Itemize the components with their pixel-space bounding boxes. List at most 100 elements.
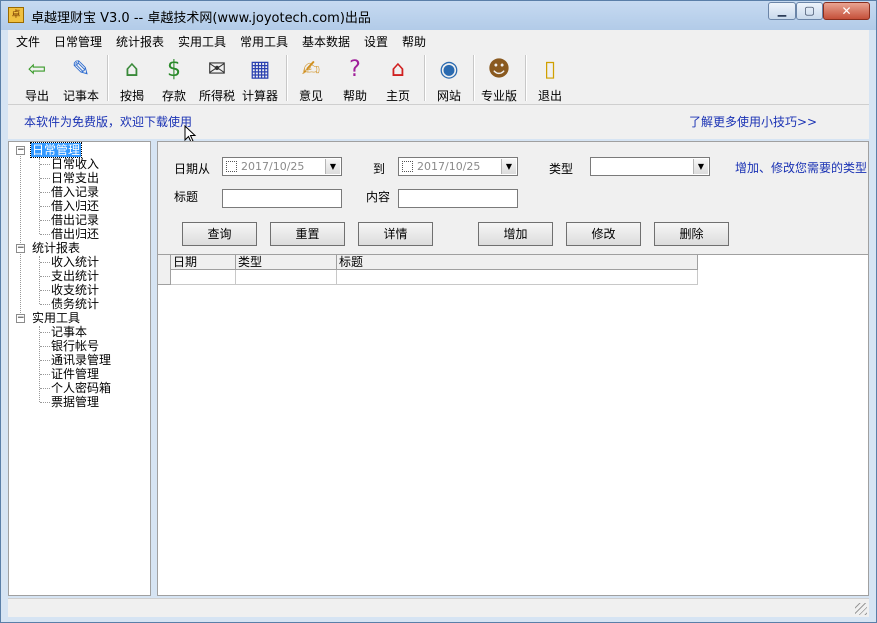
grid-cell[interactable] <box>236 270 337 285</box>
tree-node-documents[interactable]: 证件管理 <box>51 367 99 381</box>
type-select[interactable]: ▼ <box>590 157 710 176</box>
column-header-type[interactable]: 类型 <box>236 255 337 270</box>
grid-cell[interactable] <box>337 270 698 285</box>
reset-button[interactable]: 重置 <box>270 222 345 246</box>
tree-node-utilities[interactable]: 实用工具 <box>32 311 80 325</box>
date-from-checkbox[interactable] <box>226 161 237 172</box>
toolbar-notepad-button[interactable]: ✎ 记事本 <box>60 53 102 103</box>
menu-utilities[interactable]: 实用工具 <box>178 33 226 50</box>
records-grid[interactable]: 日期 类型 标题 <box>158 255 698 286</box>
tree-connector <box>40 290 50 291</box>
menu-daily[interactable]: 日常管理 <box>54 33 102 50</box>
maximize-button[interactable]: ▢ <box>796 2 823 20</box>
tree-node-reports[interactable]: 统计报表 <box>32 241 80 255</box>
minimize-button[interactable]: ▁ <box>768 2 796 20</box>
home-icon: ⌂ <box>391 57 405 82</box>
close-button[interactable]: ✕ <box>823 2 870 20</box>
navigation-tree: − 日常管理 日常收入 日常支出 借入记录 借入归还 借出记录 借出归还 − 统… <box>8 141 151 596</box>
toolbar-deposit-button[interactable]: $ 存款 <box>154 53 194 103</box>
toolbar-label: 网站 <box>436 89 461 103</box>
add-button[interactable]: 增加 <box>478 222 553 246</box>
tree-node-debt-stats[interactable]: 债务统计 <box>51 297 99 311</box>
tree-node-daily[interactable]: 日常管理 <box>29 142 83 158</box>
menu-reports[interactable]: 统计报表 <box>116 33 164 50</box>
column-header-date[interactable]: 日期 <box>171 255 236 270</box>
tree-connector <box>39 158 40 234</box>
tree-node-bank-account[interactable]: 银行帐号 <box>51 339 99 353</box>
toolbar-feedback-button[interactable]: ✍ 意见 <box>292 53 330 103</box>
tree-connector <box>40 304 50 305</box>
toolbar-website-button[interactable]: ◉ 网站 <box>430 53 468 103</box>
date-from-picker[interactable]: 2017/10/25 ▼ <box>222 157 342 176</box>
tree-node-password-box[interactable]: 个人密码箱 <box>51 381 111 395</box>
tree-node-lend-record[interactable]: 借出记录 <box>51 213 99 227</box>
tree-node-daily-expense[interactable]: 日常支出 <box>51 171 99 185</box>
toolbar-pro-button[interactable]: ☻ 专业版 <box>478 53 520 103</box>
toolbar-export-button[interactable]: ⇦ 导出 <box>16 53 58 103</box>
edit-button[interactable]: 修改 <box>566 222 641 246</box>
manage-types-link[interactable]: 增加、修改您需要的类型 <box>735 159 867 176</box>
globe-icon: ◉ <box>439 57 459 82</box>
title-input[interactable] <box>222 189 342 208</box>
tree-connector <box>40 276 50 277</box>
tree-node-borrow-return[interactable]: 借入归还 <box>51 199 99 213</box>
menu-settings[interactable]: 设置 <box>364 33 388 50</box>
toolbar-label: 导出 <box>24 89 49 103</box>
tree-node-receipts[interactable]: 票据管理 <box>51 395 99 409</box>
app-icon: 卓 <box>8 7 24 23</box>
detail-button[interactable]: 详情 <box>358 222 433 246</box>
toolbar-label: 主页 <box>385 89 410 103</box>
toolbar-exit-button[interactable]: ▯ 退出 <box>531 53 569 103</box>
tree-node-contacts[interactable]: 通讯录管理 <box>51 353 111 367</box>
query-button[interactable]: 查询 <box>182 222 257 246</box>
type-label: 类型 <box>549 162 574 176</box>
toolbar-home-button[interactable]: ⌂ 主页 <box>378 53 418 103</box>
tree-node-expense-stats[interactable]: 支出统计 <box>51 269 99 283</box>
column-header-title[interactable]: 标题 <box>337 255 698 270</box>
feedback-icon: ✍ <box>301 57 321 82</box>
title-bar[interactable]: 卓 卓越理财宝 V3.0 -- 卓越技术网(www.joyotech.com)出… <box>1 1 876 30</box>
tree-node-income-stats[interactable]: 收入统计 <box>51 255 99 269</box>
tree-connector <box>40 178 50 179</box>
tips-link[interactable]: 了解更多使用小技巧>> <box>689 113 817 130</box>
tree-node-balance-stats[interactable]: 收支统计 <box>51 283 99 297</box>
tree-connector <box>40 374 50 375</box>
toolbar-tax-button[interactable]: ✉ 所得税 <box>196 53 238 103</box>
tree-node-label: 日常管理 <box>29 142 83 158</box>
toolbar-label: 存款 <box>161 89 186 103</box>
toolbar-help-button[interactable]: ? 帮助 <box>336 53 374 103</box>
toolbar-separator <box>424 55 426 101</box>
toolbar-calculator-button[interactable]: ▦ 计算器 <box>240 53 280 103</box>
menu-file[interactable]: 文件 <box>16 33 40 50</box>
house-icon: ⌂ <box>125 57 139 82</box>
content-input[interactable] <box>398 189 518 208</box>
tree-connector <box>40 332 50 333</box>
chevron-down-icon[interactable]: ▼ <box>325 159 340 174</box>
date-to-picker[interactable]: 2017/10/25 ▼ <box>398 157 518 176</box>
tree-connector <box>40 346 50 347</box>
menu-basic-data[interactable]: 基本数据 <box>302 33 350 50</box>
tree-node-daily-income[interactable]: 日常收入 <box>51 157 99 171</box>
chevron-down-icon[interactable]: ▼ <box>501 159 516 174</box>
toolbar-label: 记事本 <box>62 89 99 103</box>
tree-node-notebook[interactable]: 记事本 <box>51 325 87 339</box>
toolbar-mortgage-button[interactable]: ⌂ 按揭 <box>112 53 152 103</box>
tree-node-lend-return[interactable]: 借出归还 <box>51 227 99 241</box>
tree-collapse-toggle[interactable]: − <box>16 244 25 253</box>
resize-grip-icon[interactable] <box>855 603 867 615</box>
date-to-label: 到 <box>373 162 386 176</box>
chevron-down-icon[interactable]: ▼ <box>693 159 708 174</box>
menu-help[interactable]: 帮助 <box>402 33 426 50</box>
toolbar-label: 意见 <box>298 89 323 103</box>
grid-cell[interactable] <box>171 270 236 285</box>
date-to-checkbox[interactable] <box>402 161 413 172</box>
tree-collapse-toggle[interactable]: − <box>16 146 25 155</box>
tree-node-borrow-record[interactable]: 借入记录 <box>51 185 99 199</box>
delete-button[interactable]: 删除 <box>654 222 729 246</box>
tree-collapse-toggle[interactable]: − <box>16 314 25 323</box>
notice-bar: 本软件为免费版，欢迎下载使用 了解更多使用小技巧>> <box>8 105 869 143</box>
menu-common-tools[interactable]: 常用工具 <box>240 33 288 50</box>
status-bar <box>8 598 869 617</box>
tree-connector <box>39 256 40 304</box>
toolbar-label: 专业版 <box>480 89 517 103</box>
